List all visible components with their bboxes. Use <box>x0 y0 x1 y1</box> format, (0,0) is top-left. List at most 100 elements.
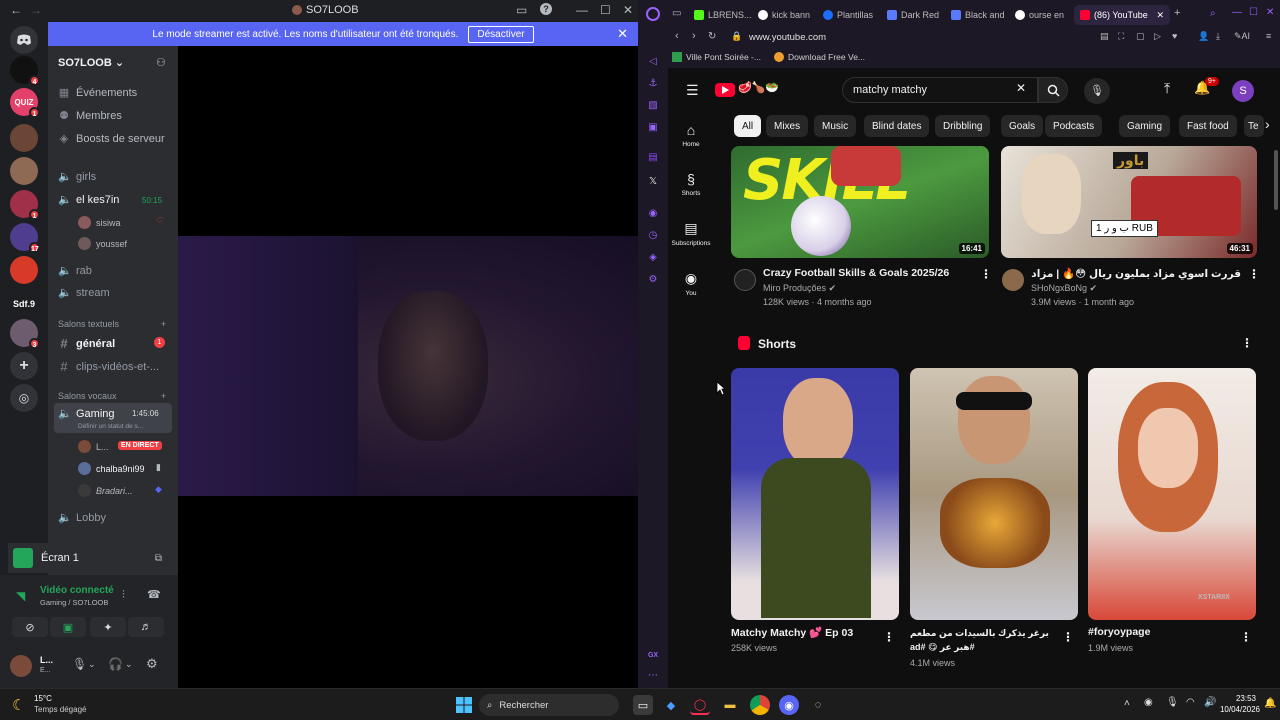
chip[interactable]: Music <box>814 115 857 137</box>
more-icon[interactable]: ⋯ <box>647 670 659 682</box>
volume-icon[interactable]: 🔊 <box>1204 697 1216 708</box>
snapshot-icon[interactable]: ⛶ <box>1118 31 1124 42</box>
voice-user[interactable]: youssef <box>78 237 127 250</box>
events-item[interactable]: ▦ Événements <box>58 86 137 100</box>
close-tab-icon[interactable]: ✕ <box>1156 10 1164 21</box>
malwarebytes-icon[interactable]: ◆ <box>661 695 681 715</box>
wifi-icon[interactable]: ◠ <box>1186 697 1195 708</box>
help-icon[interactable]: ? <box>540 3 552 15</box>
video-thumbnail[interactable]: SKILL 16:41 <box>731 146 989 258</box>
new-tab-icon[interactable]: + <box>1174 7 1180 19</box>
forward-icon[interactable]: › <box>692 30 696 42</box>
channel-name[interactable]: SHoNgxBoNg ✔ <box>1031 283 1097 294</box>
chip-all[interactable]: All <box>734 115 762 137</box>
minimize-icon[interactable]: — <box>576 3 588 17</box>
voice-location[interactable]: Gaming / SO7LOOB <box>40 598 108 607</box>
video-title[interactable]: قررت اسوي مزاد بمليون ريال 😳🔥 | مزاد الا… <box>1031 267 1241 280</box>
taskbar-search[interactable]: ⌕ Rechercher <box>479 694 619 716</box>
menu-icon[interactable]: ≡ <box>1266 31 1271 41</box>
opera-logo-icon[interactable] <box>646 7 660 21</box>
short-thumbnail[interactable] <box>910 368 1078 620</box>
voice-channel-stream[interactable]: 🔈 stream <box>58 286 110 300</box>
more-options-icon[interactable]: ⋮ <box>980 267 992 281</box>
voice-channel-rab[interactable]: 🔈 rab <box>58 264 92 278</box>
nav-subscriptions[interactable]: ▤ Subscriptions <box>668 220 714 247</box>
camera-off-button[interactable]: ⊘ <box>12 617 48 637</box>
reload-icon[interactable]: ↻ <box>708 31 716 42</box>
tray-app-icon[interactable]: ◉ <box>1144 697 1153 708</box>
add-server-icon[interactable]: + <box>10 352 38 380</box>
server-icon[interactable]: 17 <box>10 223 40 253</box>
clock-date[interactable]: 10/04/2026 <box>1218 705 1260 714</box>
file-explorer-icon[interactable]: ▬ <box>720 695 740 715</box>
members-item[interactable]: ⚉ Membres <box>58 109 122 123</box>
doodle-icon[interactable]: 🥩🍗🥗 <box>738 81 779 94</box>
forward-arrow-icon[interactable]: → <box>30 3 42 17</box>
short-title[interactable]: Matchy Matchy 💕 Ep 03 <box>731 626 853 639</box>
more-options-icon[interactable]: ⋮ <box>1240 630 1252 644</box>
nav-shorts[interactable]: § Shorts <box>668 171 714 197</box>
close-window-icon[interactable]: ✕ <box>1266 7 1274 18</box>
video-title[interactable]: Crazy Football Skills & Goals 2025/26 <box>763 267 973 279</box>
chip[interactable]: Goals <box>1001 115 1044 137</box>
inbox-icon[interactable]: ▭ <box>516 3 527 17</box>
history-icon[interactable]: ◷ <box>647 230 659 242</box>
boosts-item[interactable]: ◈ Boosts de serveur <box>58 132 165 146</box>
opera-gx-icon[interactable]: ◯ <box>690 695 710 715</box>
voice-channel-elkes[interactable]: 🔈 el kes7in <box>58 193 119 207</box>
short-title[interactable]: برغر يذكرك بالسيدات من مطعم #هبر عر 😋 #a… <box>910 626 1060 654</box>
browser-tab[interactable]: Black and <box>951 5 1009 25</box>
voice-user[interactable]: Bradari... <box>78 484 133 497</box>
url-text[interactable]: www.youtube.com <box>749 32 826 43</box>
server-icon[interactable] <box>10 256 38 284</box>
bookmark-item[interactable]: Ville Pont Soirée -... <box>672 52 761 62</box>
app-icon[interactable]: ◌ <box>808 695 828 715</box>
aria-ai-icon[interactable]: ✎AI <box>1234 31 1250 42</box>
maximize-icon[interactable]: ☐ <box>1249 7 1258 18</box>
browser-tab[interactable]: Plantillas <box>823 5 883 25</box>
chip[interactable]: Mixes <box>766 115 809 137</box>
notification-center-icon[interactable]: 🔔 <box>1264 698 1276 709</box>
close-icon[interactable]: ✕ <box>617 26 628 42</box>
nav-you[interactable]: ◉ You <box>668 270 714 297</box>
chip[interactable]: Fast food <box>1179 115 1237 137</box>
voice-channel-gaming[interactable]: 🔈 Gaming <box>58 407 115 421</box>
twitch-icon[interactable]: ▤ <box>647 152 659 164</box>
quiz-server-icon[interactable]: QUIZ 1 <box>10 88 40 118</box>
search-input[interactable]: matchy matchy <box>842 77 1038 103</box>
account-avatar[interactable]: S <box>1232 80 1254 102</box>
gx-label[interactable]: GX <box>647 650 659 662</box>
category-voice-channels[interactable]: Salons vocaux + <box>58 391 166 401</box>
hamburger-menu-icon[interactable]: ☰ <box>686 82 699 99</box>
soundwave-icon[interactable]: ⫶ <box>122 589 125 602</box>
voice-channel-lobby[interactable]: 🔈 Lobby <box>58 511 106 525</box>
tab-menu-icon[interactable]: ▭ <box>672 8 681 19</box>
activities-button[interactable]: ✦ <box>90 617 126 637</box>
discover-icon[interactable]: ◎ <box>10 384 38 412</box>
video-thumbnail[interactable]: باور ب و ر 1 RUB 46:31 <box>1001 146 1257 258</box>
gx-control-icon[interactable]: ⚓ <box>647 78 659 90</box>
player-icon[interactable]: ◉ <box>647 208 659 220</box>
plus-icon[interactable]: + <box>161 391 166 401</box>
maximize-icon[interactable]: ☐ <box>600 3 611 17</box>
user-avatar[interactable] <box>10 655 32 677</box>
popout-icon[interactable]: ⧉ <box>155 553 162 564</box>
bookmark-item[interactable]: Download Free Ve... <box>774 52 865 62</box>
start-button[interactable] <box>454 695 474 715</box>
search-tabs-icon[interactable]: ⌕ <box>1210 8 1216 19</box>
moon-weather-icon[interactable]: ☾ <box>12 696 25 714</box>
server-icon[interactable]: 3 <box>10 319 40 349</box>
chevron-right-icon[interactable]: › <box>1265 116 1270 132</box>
channel-status[interactable]: Définir un statut de s... <box>78 423 143 430</box>
task-view-icon[interactable]: ▭ <box>633 695 653 715</box>
headphones-icon[interactable]: 🎧 <box>108 657 123 671</box>
clear-search-icon[interactable]: ✕ <box>1016 81 1026 95</box>
chip[interactable]: Blind dates <box>864 115 930 137</box>
disconnect-icon[interactable]: ☎ <box>147 588 161 601</box>
text-channel-clips[interactable]: # clips-vidéos-et-... <box>58 359 159 374</box>
discord-taskbar-icon[interactable]: ◉ <box>779 695 799 715</box>
x-twitter-icon[interactable]: 𝕏 <box>647 176 659 188</box>
stream-viewer[interactable] <box>178 46 638 688</box>
short-title[interactable]: #foryoypage <box>1088 626 1150 638</box>
chip[interactable]: Gaming <box>1119 115 1171 137</box>
